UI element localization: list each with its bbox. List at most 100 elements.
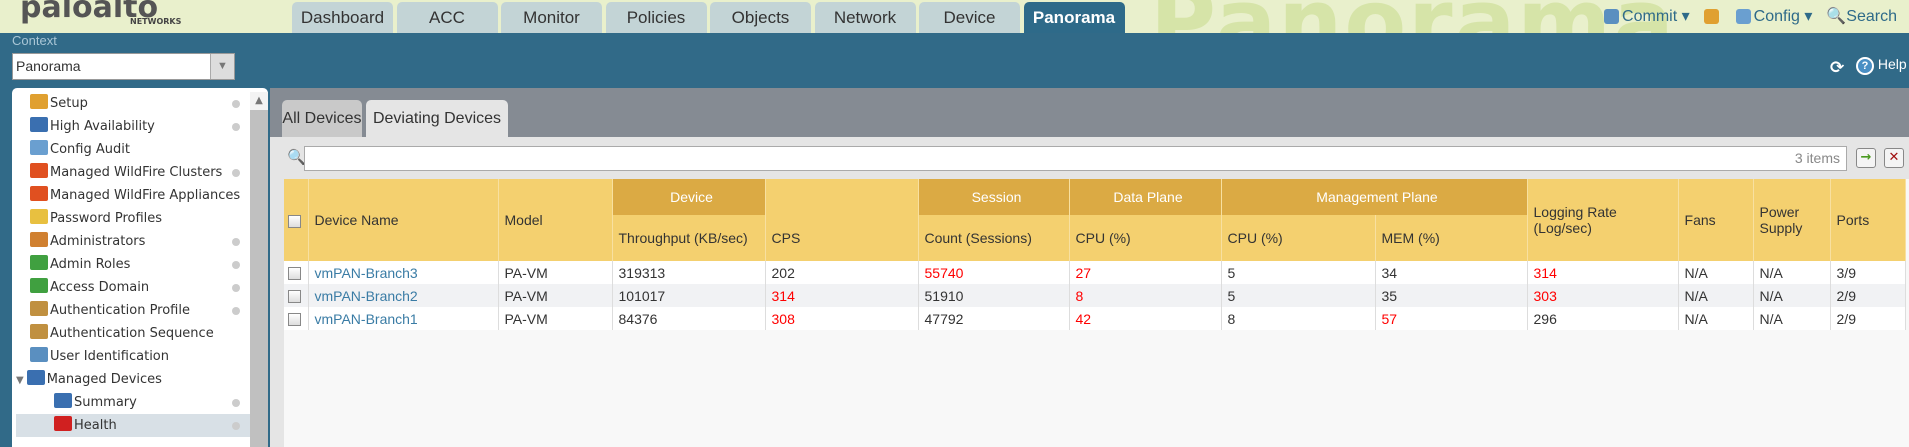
- status-dot: [232, 123, 240, 131]
- sidebar-item-label: Admin Roles: [50, 257, 131, 272]
- table-cell: 27: [1069, 261, 1222, 284]
- table-cell: N/A: [1678, 284, 1754, 307]
- sidebar-item-label: Managed WildFire Clusters: [50, 165, 223, 180]
- select-all-checkbox[interactable]: [288, 214, 301, 228]
- row-checkbox[interactable]: [288, 267, 301, 281]
- col-header[interactable]: Fans: [1678, 179, 1754, 261]
- tab-dashboard[interactable]: Dashboard: [292, 2, 393, 33]
- sidebar-item-label: Summary: [74, 395, 137, 410]
- scroll-up-icon[interactable]: ▲: [250, 92, 268, 110]
- device-name-link[interactable]: vmPAN-Branch1: [308, 307, 499, 330]
- filter-input[interactable]: 3 items: [304, 146, 1847, 171]
- table-row[interactable]: vmPAN-Branch2 PA-VM 101017 314 51910 8 5 35 303 N…: [284, 284, 1906, 307]
- table-cell: N/A: [1678, 261, 1754, 284]
- user-identification-icon: [30, 347, 48, 362]
- sidebar-item-admin-roles[interactable]: Admin Roles: [16, 253, 250, 276]
- col-header[interactable]: Count (Sessions): [918, 215, 1070, 261]
- administrators-icon: [30, 232, 48, 247]
- table-cell: PA-VM: [498, 261, 613, 284]
- table-cell: 5: [1221, 261, 1376, 284]
- col-header[interactable]: CPU (%): [1221, 215, 1376, 261]
- table-cell: 2/9: [1830, 284, 1906, 307]
- status-dot: [232, 422, 240, 430]
- config-button[interactable]: Config ▾: [1735, 6, 1812, 26]
- logo: paloalto NETWORKS: [20, 0, 182, 26]
- commit-button[interactable]: Commit ▾: [1604, 6, 1690, 26]
- clear-filter-button[interactable]: ✕: [1884, 148, 1904, 168]
- sidebar-item-managed-devices[interactable]: ▼ Managed Devices: [16, 368, 250, 391]
- tab-device[interactable]: Device: [919, 2, 1020, 33]
- status-dot: [232, 100, 240, 108]
- table-row[interactable]: vmPAN-Branch3 PA-VM 319313 202 55740 27 5 34 314…: [284, 261, 1906, 284]
- refresh-icon[interactable]: ⟳: [1830, 58, 1844, 78]
- setup-icon: [30, 94, 48, 109]
- col-header[interactable]: Ports: [1830, 179, 1906, 261]
- expand-arrow-icon[interactable]: ▼: [16, 375, 24, 386]
- blank-header: [765, 179, 919, 215]
- row-select[interactable]: [284, 261, 309, 284]
- col-header[interactable]: Device Name: [308, 179, 499, 261]
- group-device: Device: [612, 179, 766, 215]
- table-cell: 314: [765, 284, 919, 307]
- config-icon: [1735, 9, 1751, 25]
- group-dataplane: Data Plane: [1069, 179, 1222, 215]
- col-header[interactable]: CPS: [765, 215, 919, 261]
- table-cell: 296: [1527, 307, 1679, 330]
- tab-policies[interactable]: Policies: [605, 2, 707, 33]
- lock-icon[interactable]: [1703, 8, 1719, 24]
- col-header[interactable]: CPU (%): [1069, 215, 1222, 261]
- row-checkbox[interactable]: [288, 313, 301, 327]
- apply-filter-button[interactable]: →: [1856, 148, 1876, 168]
- tab-acc[interactable]: ACC: [396, 2, 498, 33]
- sidebar-item-setup[interactable]: Setup: [16, 92, 250, 115]
- sidebar-item-label: Password Profiles: [50, 211, 163, 226]
- sidebar-item-password-profiles[interactable]: Password Profiles: [16, 207, 250, 230]
- col-header[interactable]: MEM (%): [1375, 215, 1528, 261]
- sidebar-scrollbar[interactable]: ▲: [250, 92, 268, 447]
- sidebar-item-label: Setup: [50, 96, 88, 111]
- summary-icon: [54, 393, 72, 408]
- sidebar-item-health[interactable]: Health: [16, 414, 250, 437]
- select-all[interactable]: [284, 179, 309, 261]
- sidebar-item-managed-wildfire-clusters[interactable]: Managed WildFire Clusters: [16, 161, 250, 184]
- search-button[interactable]: 🔍Search: [1826, 6, 1897, 26]
- sidebar-item-authentication-profile[interactable]: Authentication Profile: [16, 299, 250, 322]
- tab-monitor[interactable]: Monitor: [501, 2, 602, 33]
- search-icon: 🔍: [1826, 8, 1847, 25]
- status-dot: [232, 261, 240, 269]
- help-icon: ?: [1856, 57, 1874, 75]
- sidebar-item-user-identification[interactable]: User Identification: [16, 345, 250, 368]
- col-header[interactable]: Logging Rate (Log/sec): [1527, 179, 1679, 261]
- tab-deviating-devices[interactable]: Deviating Devices: [366, 100, 508, 137]
- sidebar-item-administrators[interactable]: Administrators: [16, 230, 250, 253]
- sidebar-item-config-audit[interactable]: Config Audit: [16, 138, 250, 161]
- sidebar-item-access-domain[interactable]: Access Domain: [16, 276, 250, 299]
- col-header[interactable]: Model: [498, 179, 613, 261]
- context-select[interactable]: Panorama ▼: [12, 53, 235, 80]
- table-cell: PA-VM: [498, 284, 613, 307]
- tab-objects[interactable]: Objects: [710, 2, 811, 33]
- sidebar-item-label: Authentication Sequence: [50, 326, 214, 341]
- table-row[interactable]: vmPAN-Branch1 PA-VM 84376 308 47792 42 8 57 296 N…: [284, 307, 1906, 330]
- sidebar-item-authentication-sequence[interactable]: Authentication Sequence: [16, 322, 250, 345]
- tab-all-devices[interactable]: All Devices: [282, 100, 362, 137]
- tab-panorama[interactable]: Panorama: [1023, 2, 1125, 33]
- managed-wildfire-clusters-icon: [30, 163, 48, 178]
- device-name-link[interactable]: vmPAN-Branch2: [308, 284, 499, 307]
- tab-network[interactable]: Network: [814, 2, 916, 33]
- device-name-link[interactable]: vmPAN-Branch3: [308, 261, 499, 284]
- table-cell: 3/9: [1830, 261, 1906, 284]
- help-button[interactable]: ? Help: [1856, 56, 1907, 75]
- row-select[interactable]: [284, 307, 309, 330]
- table-cell: 42: [1069, 307, 1222, 330]
- col-header[interactable]: Throughput (KB/sec): [612, 215, 766, 261]
- watermark: Panorama: [1150, 0, 1676, 33]
- table-cell: 84376: [612, 307, 766, 330]
- sidebar-item-high-availability[interactable]: High Availability: [16, 115, 250, 138]
- row-select[interactable]: [284, 284, 309, 307]
- chevron-down-icon[interactable]: ▼: [210, 54, 234, 79]
- col-header[interactable]: Power Supply: [1753, 179, 1831, 261]
- sidebar-item-managed-wildfire-appliances[interactable]: Managed WildFire Appliances: [16, 184, 250, 207]
- row-checkbox[interactable]: [288, 290, 301, 304]
- sidebar-item-summary[interactable]: Summary: [16, 391, 250, 414]
